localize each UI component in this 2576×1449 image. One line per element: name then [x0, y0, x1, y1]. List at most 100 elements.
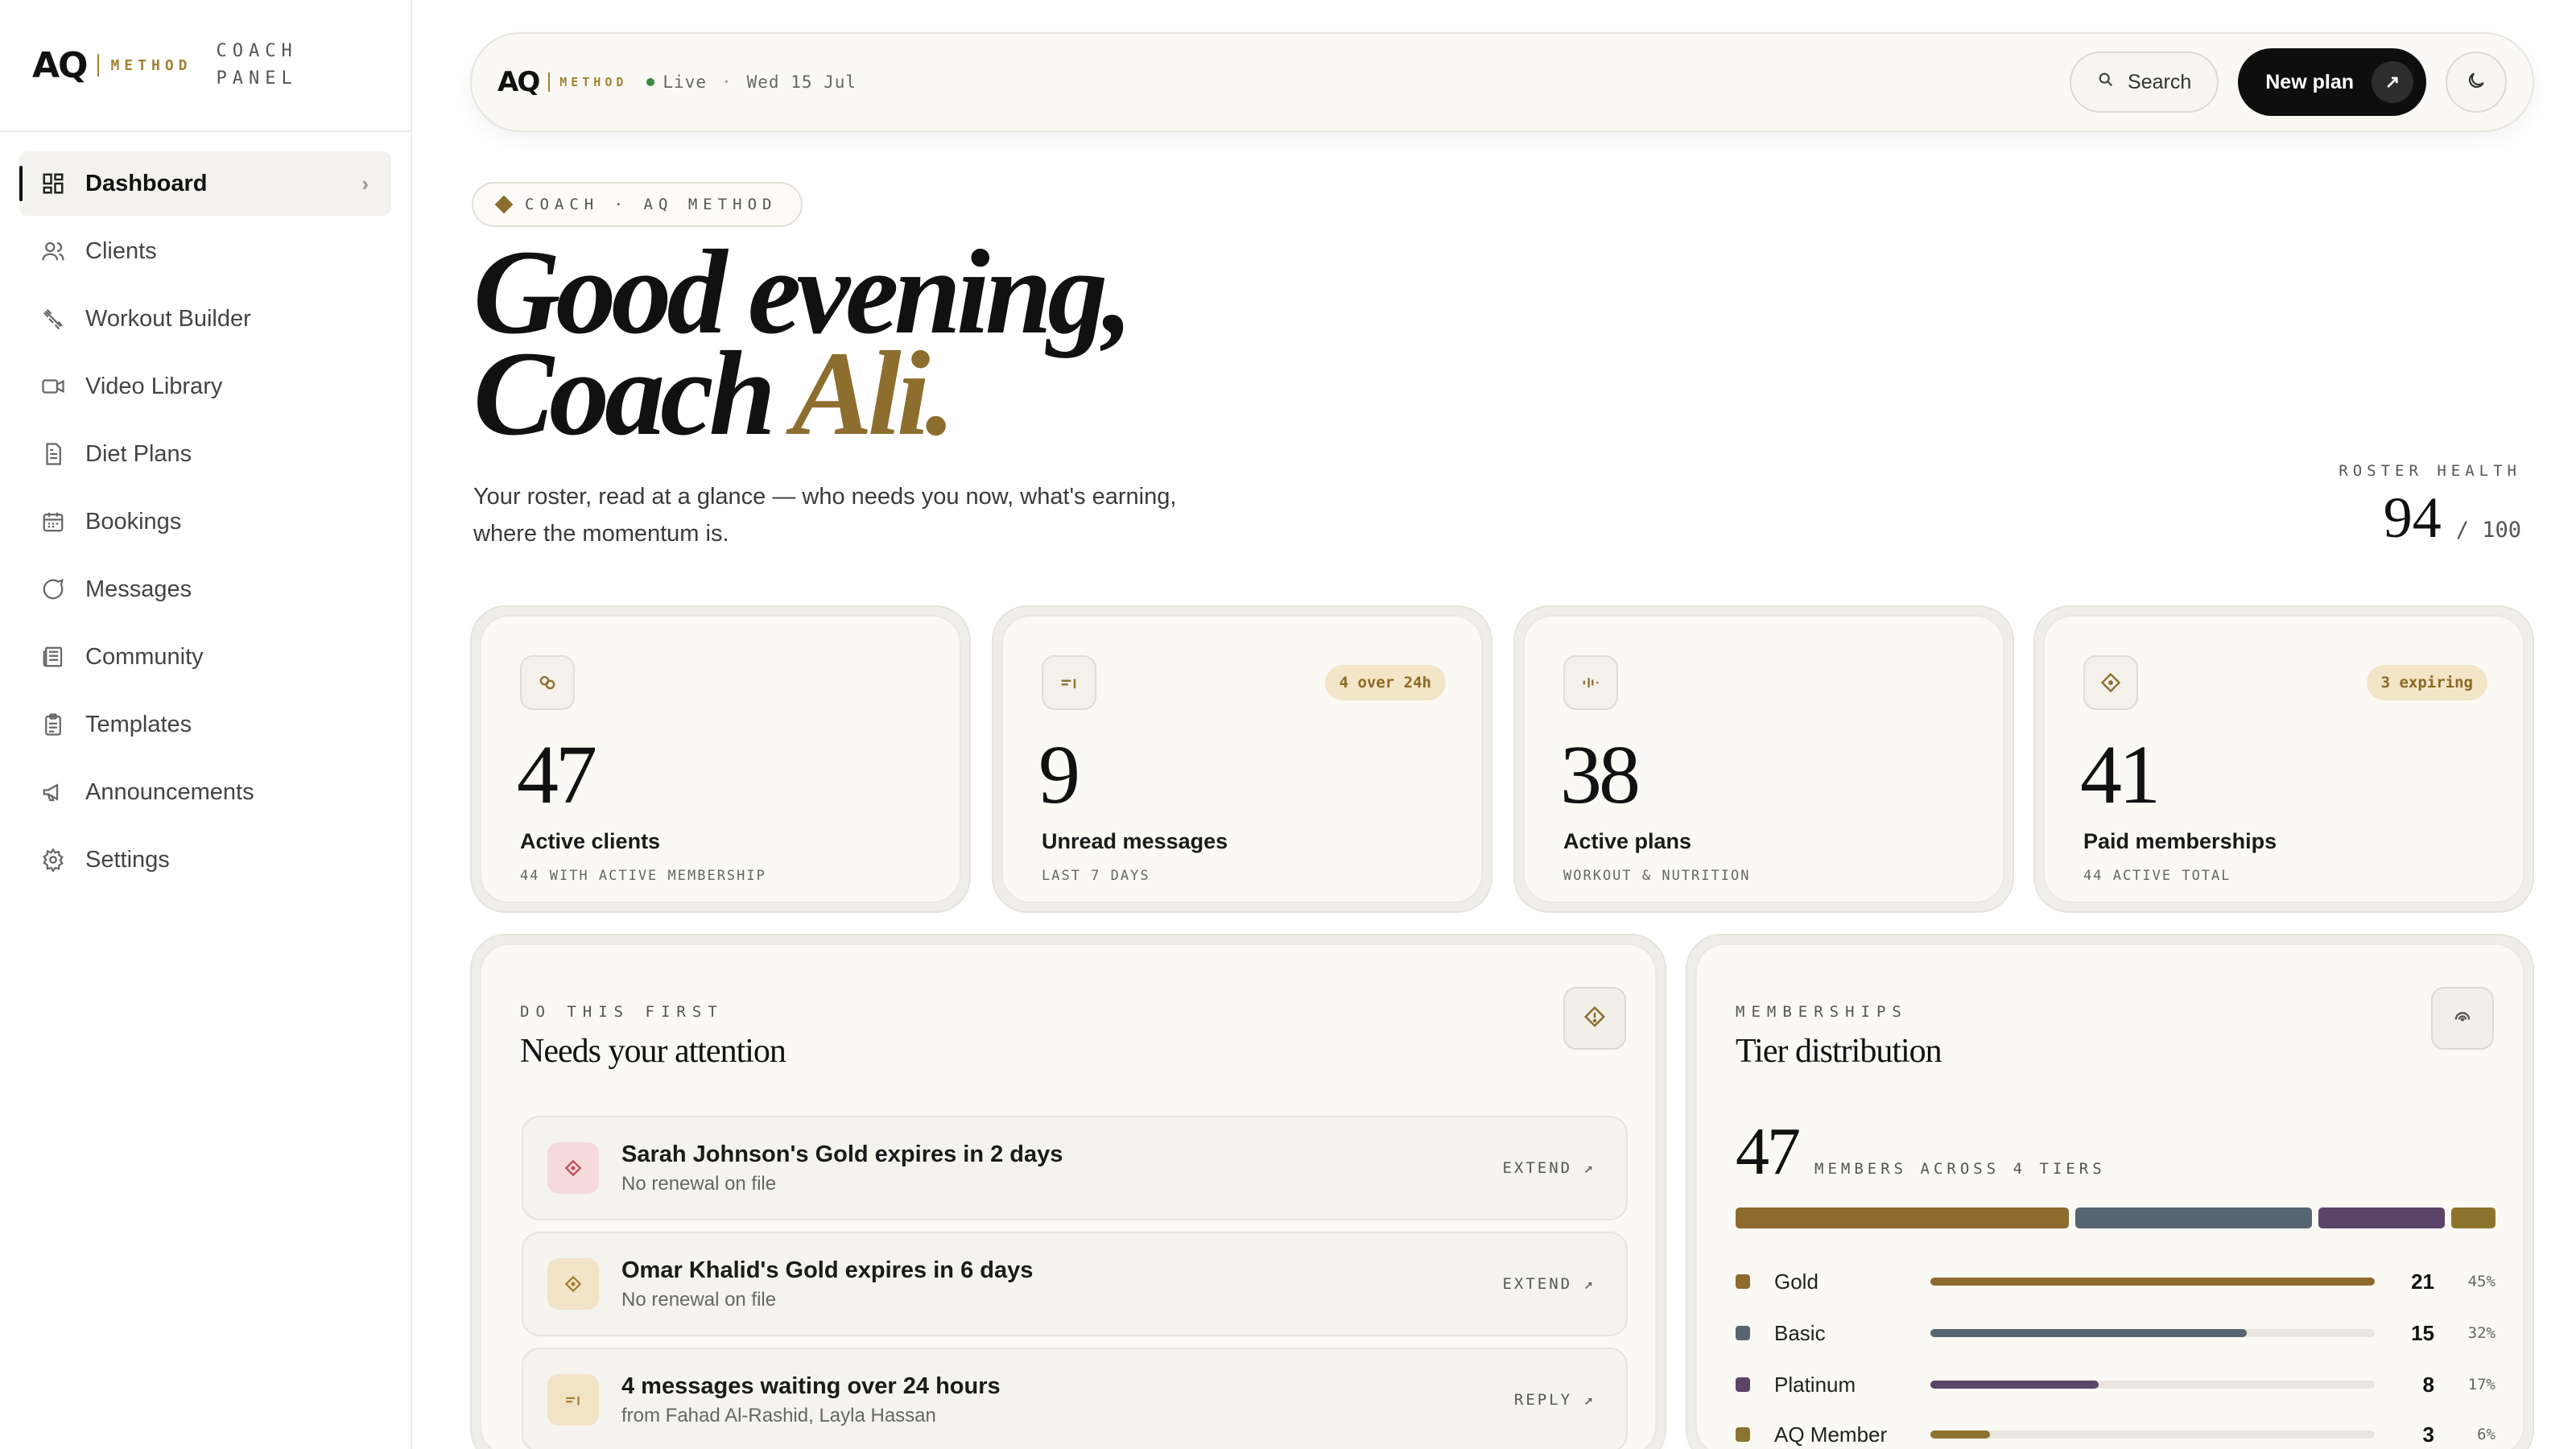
sidebar-item-label: Settings	[85, 846, 170, 873]
status-badge: 3 expiring	[2366, 665, 2487, 700]
extend-button[interactable]: EXTEND ↗	[1502, 1159, 1596, 1177]
tier-fill	[1930, 1329, 2247, 1337]
users-icon	[39, 237, 68, 266]
tier-track	[1930, 1381, 2375, 1389]
sidebar-item-diet-plans[interactable]: Diet Plans	[19, 422, 391, 486]
tier-fill	[1930, 1278, 2375, 1286]
tier-segment	[2075, 1208, 2313, 1228]
sidebar-item-label: Announcements	[85, 778, 254, 805]
live-dot-icon	[646, 78, 655, 86]
sidebar-item-workout-builder[interactable]: Workout Builder	[19, 287, 391, 351]
search-icon	[2097, 71, 2115, 94]
topbar-logo[interactable]: AQ METHOD	[497, 66, 627, 98]
stat-label: Unread messages	[1042, 829, 1228, 853]
panel-title: Tier distribution	[1736, 1033, 1942, 1070]
tier-percent: 45%	[2467, 1273, 2496, 1290]
sidebar-item-messages[interactable]: Messages	[19, 557, 391, 621]
tier-count: 8	[2422, 1372, 2434, 1397]
calendar-icon	[39, 507, 68, 536]
stat-card-paid-memberships[interactable]: 3 expiring 41 Paid memberships 44 ACTIVE…	[2033, 605, 2534, 913]
tier-row-aq-member: AQ Member 3 6%	[1736, 1418, 2496, 1449]
task-item[interactable]: Sarah Johnson's Gold expires in 2 days N…	[522, 1116, 1628, 1220]
sidebar-item-bookings[interactable]: Bookings	[19, 489, 391, 554]
tier-percent: 32%	[2467, 1324, 2496, 1342]
sidebar-item-video-library[interactable]: Video Library	[19, 354, 391, 419]
priority-button[interactable]	[1563, 987, 1626, 1050]
alert-diamond-icon	[1583, 1005, 1607, 1033]
diamond-icon	[494, 195, 514, 214]
logo-divider	[97, 54, 100, 76]
task-title: Omar Khalid's Gold expires in 6 days	[621, 1257, 1034, 1283]
panel-title: Needs your attention	[520, 1033, 786, 1070]
message-lines-icon	[1042, 655, 1096, 710]
stat-card-active-clients[interactable]: 47 Active clients 44 WITH ACTIVE MEMBERS…	[470, 605, 971, 913]
task-title: 4 messages waiting over 24 hours	[621, 1373, 1001, 1399]
stat-sublabel: 44 ACTIVE TOTAL	[2083, 868, 2231, 884]
date-separator: ·	[720, 72, 733, 92]
new-plan-button[interactable]: New plan ↗	[2238, 48, 2426, 116]
tier-segment	[2450, 1208, 2496, 1228]
stat-card-active-plans[interactable]: 38 Active plans WORKOUT & NUTRITION	[1513, 605, 2014, 913]
coach-name: Ali.	[792, 327, 956, 460]
members-total: 47 MEMBERS ACROSS 4 TIERS	[1736, 1113, 2106, 1191]
task-subtitle: No renewal on file	[621, 1172, 777, 1195]
megaphone-icon	[39, 778, 68, 807]
sidebar-item-clients[interactable]: Clients	[19, 219, 391, 283]
tier-swatch	[1736, 1274, 1750, 1289]
task-item[interactable]: 4 messages waiting over 24 hours from Fa…	[522, 1348, 1628, 1449]
brand-panel-label: COACH PANEL	[217, 38, 298, 93]
roster-health-value: 94	[2383, 485, 2442, 550]
stat-card-unread-messages[interactable]: 4 over 24h 9 Unread messages LAST 7 DAYS	[992, 605, 1492, 913]
link-icon	[520, 655, 575, 710]
tier-fill	[1930, 1430, 1990, 1439]
stat-label: Active clients	[520, 829, 661, 853]
tier-name: Basic	[1774, 1320, 1826, 1345]
reply-button[interactable]: REPLY ↗	[1514, 1391, 1596, 1409]
attention-panel: DO THIS FIRST Needs your attention Sarah…	[470, 934, 1666, 1449]
panel-eyebrow: DO THIS FIRST	[520, 1003, 724, 1021]
sidebar-item-templates[interactable]: Templates	[19, 692, 391, 757]
logo-aq: AQ	[497, 66, 540, 98]
dashboard-icon	[39, 169, 68, 198]
members-total-value: 47	[1736, 1114, 1801, 1189]
tier-name: Gold	[1774, 1269, 1818, 1294]
brand-panel-line1: COACH	[216, 41, 298, 61]
tier-track	[1930, 1278, 2375, 1286]
members-total-label: MEMBERS ACROSS 4 TIERS	[1814, 1160, 2106, 1178]
logo-method: METHOD	[110, 56, 192, 74]
task-title: Sarah Johnson's Gold expires in 2 days	[621, 1141, 1063, 1167]
logo-aq[interactable]: AQ	[32, 45, 88, 86]
message-icon	[39, 575, 68, 604]
sidebar-item-announcements[interactable]: Announcements	[19, 760, 391, 824]
topbar-actions: Search New plan ↗	[2070, 48, 2507, 116]
video-icon	[39, 372, 68, 401]
sidebar-item-label: Workout Builder	[85, 305, 251, 332]
roster-health: ROSTER HEALTH 94 / 100	[2339, 462, 2521, 551]
diamond-icon	[2083, 655, 2138, 710]
stat-value: 9	[1038, 729, 1080, 821]
role-pill-label: COACH · AQ METHOD	[525, 196, 778, 213]
signal-button[interactable]	[2431, 987, 2494, 1050]
sidebar-item-community[interactable]: Community	[19, 625, 391, 689]
coach-prefix: Coach	[473, 327, 776, 460]
theme-toggle-button[interactable]	[2446, 52, 2507, 113]
extend-button[interactable]: EXTEND ↗	[1502, 1275, 1596, 1293]
tier-swatch	[1736, 1427, 1750, 1442]
task-item[interactable]: Omar Khalid's Gold expires in 6 days No …	[522, 1232, 1628, 1336]
sidebar-item-label: Community	[85, 643, 204, 670]
brand-header: AQ METHOD COACH PANEL	[0, 0, 411, 132]
sidebar-item-dashboard[interactable]: Dashboard ›	[19, 151, 391, 216]
tier-segment	[2318, 1208, 2445, 1228]
tier-row-basic: Basic 15 32%	[1736, 1317, 2496, 1349]
tier-count: 21	[2411, 1269, 2434, 1294]
stat-label: Active plans	[1563, 829, 1692, 853]
dumbbell-icon	[39, 304, 68, 333]
roster-health-max: / 100	[2455, 518, 2521, 543]
sidebar-item-settings[interactable]: Settings	[19, 828, 391, 892]
current-date: Wed 15 Jul	[746, 72, 857, 92]
tier-swatch	[1736, 1377, 1750, 1392]
tier-percent: 17%	[2467, 1376, 2496, 1393]
search-button[interactable]: Search	[2070, 52, 2219, 113]
tier-row-gold: Gold 21 45%	[1736, 1265, 2496, 1298]
stat-sublabel: WORKOUT & NUTRITION	[1563, 868, 1751, 884]
